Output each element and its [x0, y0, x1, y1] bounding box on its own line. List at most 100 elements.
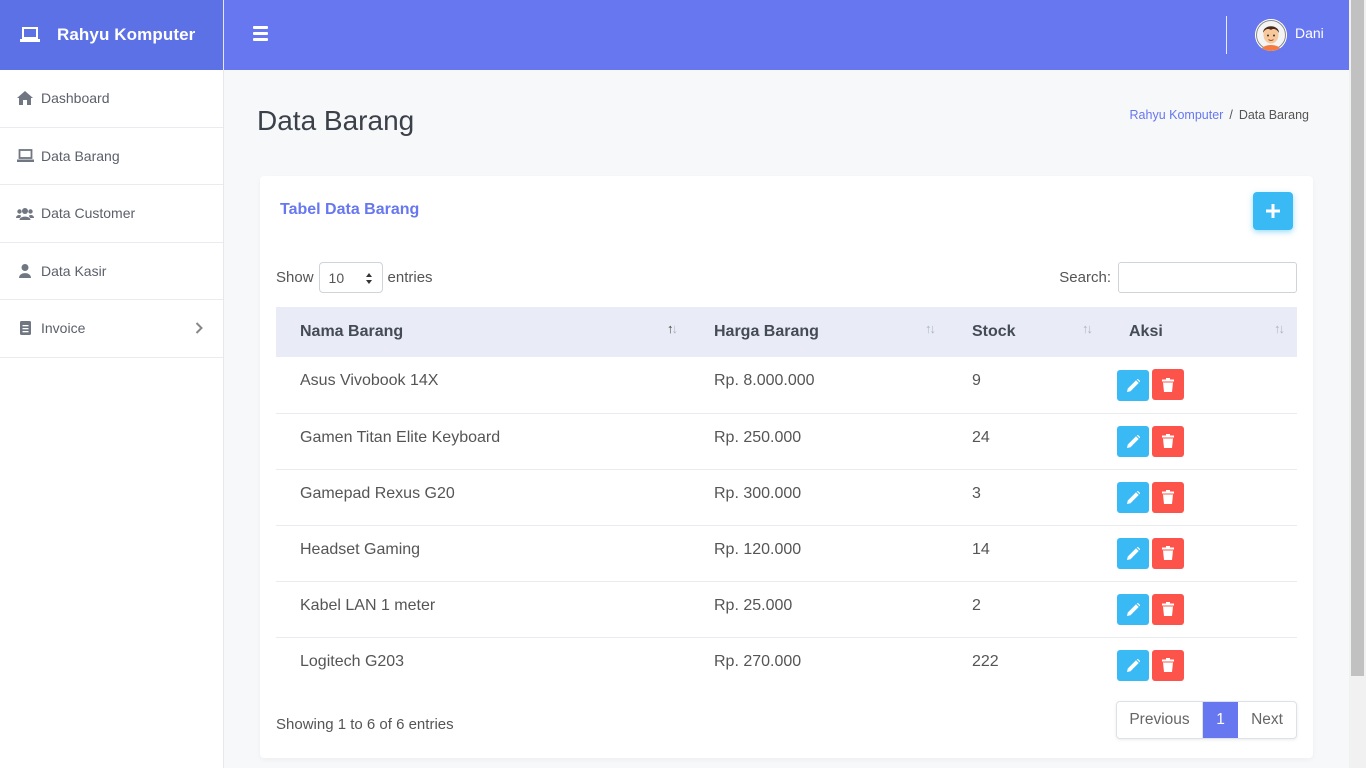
column-header-label: Aksi — [1129, 323, 1163, 340]
sidebar-item-label: Dashboard — [41, 90, 110, 107]
sort-icon: ↑↓ — [925, 321, 936, 336]
show-label: Show — [276, 269, 314, 286]
pencil-icon — [1126, 603, 1140, 616]
edit-button[interactable] — [1117, 594, 1149, 625]
laptop-icon — [20, 27, 40, 42]
table-info: Showing 1 to 6 of 6 entries — [276, 716, 454, 733]
laptop-icon — [16, 148, 34, 164]
cell-stock: 24 — [948, 413, 1105, 470]
entries-length-control: Show 10 entries — [276, 262, 433, 293]
breadcrumb: Rahyu Komputer / Data Barang — [1130, 108, 1309, 122]
search-control: Search: — [1059, 262, 1297, 293]
sidebar-item-label: Invoice — [41, 320, 86, 337]
pencil-icon — [1126, 378, 1140, 392]
edit-button[interactable] — [1117, 369, 1149, 401]
table-row: Asus Vivobook 14X Rp. 8.000.000 9 — [276, 357, 1297, 414]
sidebar-item-data-barang[interactable]: Data Barang — [0, 128, 223, 185]
pagination-previous-button[interactable]: Previous — [1117, 702, 1203, 738]
column-header-harga-barang[interactable]: Harga Barang ↑↓ — [690, 307, 948, 357]
sidebar-item-label: Data Customer — [41, 205, 136, 222]
search-input[interactable] — [1118, 262, 1297, 293]
select-arrows-icon — [365, 273, 372, 284]
sidebar-item-label: Data Kasir — [41, 262, 107, 279]
entries-select-value: 10 — [328, 269, 345, 286]
edit-button[interactable] — [1117, 538, 1149, 569]
trash-icon — [1162, 434, 1174, 448]
trash-icon — [1162, 546, 1174, 560]
pagination: Previous 1 Next — [1116, 701, 1297, 739]
cell-aksi — [1105, 637, 1297, 693]
data-table: Nama Barang ↑↓ Harga Barang ↑↓ Stock ↑↓ Aks… — [276, 307, 1297, 693]
cell-stock: 14 — [948, 525, 1105, 582]
cell-nama: Kabel LAN 1 meter — [276, 581, 690, 638]
scrollbar-thumb[interactable] — [1351, 0, 1364, 676]
card-title: Tabel Data Barang — [280, 201, 420, 218]
cell-stock: 2 — [948, 581, 1105, 638]
users-icon — [16, 205, 34, 221]
table-row: Kabel LAN 1 meter Rp. 25.000 2 — [276, 581, 1297, 638]
pencil-icon — [1126, 435, 1140, 448]
breadcrumb-current: Data Barang — [1238, 108, 1309, 122]
table-row: Headset Gaming Rp. 120.000 14 — [276, 525, 1297, 582]
chevron-right-icon — [195, 322, 203, 334]
cell-nama: Gamen Titan Elite Keyboard — [276, 413, 690, 470]
cell-harga: Rp. 250.000 — [690, 413, 948, 470]
sidebar-item-dashboard[interactable]: Dashboard — [0, 70, 223, 128]
cell-stock: 3 — [948, 469, 1105, 526]
pencil-icon — [1126, 547, 1140, 560]
delete-button[interactable] — [1152, 369, 1184, 400]
sidebar: Rahyu Komputer Dashboard Data Barang Dat… — [0, 0, 224, 768]
cell-harga: Rp. 120.000 — [690, 525, 948, 582]
column-header-nama-barang[interactable]: Nama Barang ↑↓ — [276, 307, 690, 357]
cell-nama: Logitech G203 — [300, 652, 405, 670]
delete-button[interactable] — [1152, 481, 1184, 513]
table-header-row: Nama Barang ↑↓ Harga Barang ↑↓ Stock ↑↓ Aks… — [276, 307, 1297, 357]
sidebar-item-data-customer[interactable]: Data Customer — [0, 185, 223, 243]
delete-button[interactable] — [1152, 425, 1184, 457]
column-header-label: Harga Barang — [714, 323, 819, 340]
edit-button[interactable] — [1117, 426, 1149, 457]
brand-name: Rahyu Komputer — [57, 25, 196, 44]
page-scrollbar[interactable] — [1349, 0, 1366, 768]
delete-button[interactable] — [1152, 593, 1184, 625]
delete-button[interactable] — [1152, 537, 1184, 569]
user-menu[interactable]: Dani — [1255, 19, 1324, 51]
cell-aksi — [1105, 469, 1297, 526]
home-icon — [16, 90, 34, 106]
breadcrumb-home-link[interactable]: Rahyu Komputer — [1130, 108, 1224, 122]
sort-icon: ↑↓ — [1274, 321, 1285, 336]
cell-stock: 9 — [948, 357, 1105, 414]
sidebar-item-invoice[interactable]: Invoice — [0, 300, 223, 358]
pagination-next-button[interactable]: Next — [1238, 702, 1296, 738]
sort-icon: ↑↓ — [1082, 321, 1093, 336]
brand[interactable]: Rahyu Komputer — [0, 0, 223, 70]
hamburger-icon[interactable] — [253, 26, 268, 41]
sidebar-item-data-kasir[interactable]: Data Kasir — [0, 243, 223, 300]
search-label: Search: — [1059, 269, 1111, 286]
add-button[interactable] — [1253, 192, 1293, 230]
pencil-icon — [1126, 659, 1140, 672]
cell-aksi — [1105, 525, 1297, 582]
cell-aksi — [1105, 581, 1297, 638]
plus-icon — [1266, 204, 1280, 218]
delete-button[interactable] — [1152, 649, 1184, 681]
trash-icon — [1162, 490, 1174, 504]
file-icon — [16, 320, 34, 336]
column-header-label: Nama Barang — [300, 323, 404, 340]
avatar — [1255, 19, 1287, 51]
edit-button[interactable] — [1117, 650, 1149, 681]
trash-icon — [1162, 658, 1174, 672]
edit-button[interactable] — [1117, 482, 1149, 513]
cell-harga: Rp. 300.000 — [690, 469, 948, 526]
entries-label: entries — [387, 269, 433, 286]
user-icon — [16, 263, 34, 279]
pagination-page-1[interactable]: 1 — [1203, 702, 1238, 738]
cell-nama: Asus Vivobook 14X — [276, 357, 690, 414]
breadcrumb-separator: / — [1229, 108, 1233, 122]
cell-aksi — [1105, 357, 1297, 414]
column-header-aksi[interactable]: Aksi ↑↓ — [1105, 307, 1297, 357]
sidebar-item-label: Data Barang — [41, 147, 120, 164]
entries-select[interactable]: 10 — [318, 262, 383, 293]
table-row: Logitech G203 Rp. 270.000 222 — [276, 637, 1297, 693]
column-header-stock[interactable]: Stock ↑↓ — [948, 307, 1105, 357]
